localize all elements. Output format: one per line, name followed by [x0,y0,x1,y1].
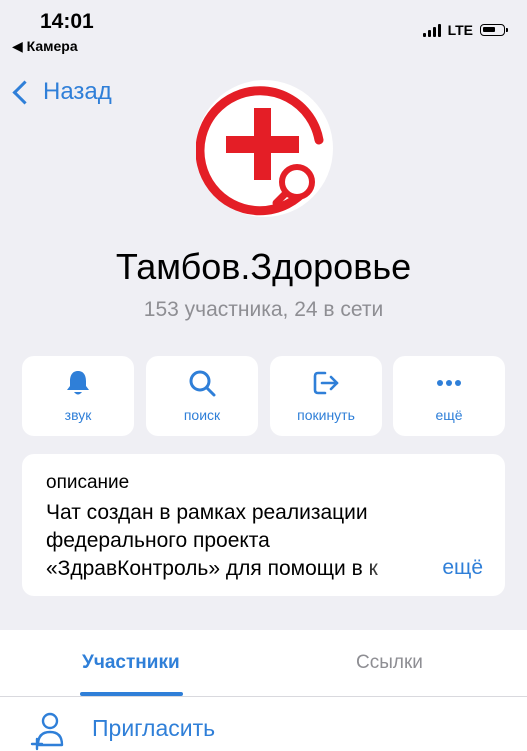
leave-button[interactable]: покинуть [270,356,382,436]
battery-icon [480,24,508,36]
sound-button[interactable]: звук [22,356,134,436]
tab-links[interactable]: Ссылки [356,652,423,674]
description-more-link[interactable]: ещё [438,556,483,580]
members-section: Участники Ссылки Пригласить [0,630,527,751]
invite-button-label: Пригласить [92,715,216,741]
sound-button-label: звук [64,407,92,423]
back-button-label: Назад [43,78,112,105]
status-indicators: LTE [422,22,508,38]
tabs-divider [0,696,527,697]
search-button[interactable]: поиск [146,356,258,436]
group-avatar[interactable] [196,80,333,217]
description-line: Чат создан в рамках реализации [46,501,368,524]
group-title: Тамбов.Здоровье [115,246,412,287]
more-button-label: ещё [435,407,463,423]
status-bar: 14:01 ◀ Камера LTE [0,0,527,60]
invite-button[interactable]: Пригласить [0,708,527,751]
back-button[interactable]: Назад [10,78,112,106]
add-user-icon [30,712,64,751]
description-card: описание Чат создан в рамках реализации … [22,454,505,596]
status-time: 14:01 [40,10,94,33]
more-button[interactable]: ещё [393,356,505,436]
signal-icon [422,23,441,37]
tab-members[interactable]: Участники [82,652,180,674]
search-icon [189,370,216,397]
more-icon [437,380,461,386]
chevron-left-icon [12,79,37,105]
description-line: федерального проекта [46,529,270,552]
leave-button-label: покинуть [297,407,355,423]
bell-icon [67,371,89,395]
back-to-app-link[interactable]: ◀ Камера [12,38,78,55]
leave-icon [313,371,339,395]
description-fade [359,556,429,584]
network-type: LTE [447,22,473,38]
action-buttons: звук поиск покинуть ещё [22,356,505,436]
description-title: описание [46,472,130,493]
red-cross-magnifier-logo [196,86,324,216]
group-member-count: 153 участника, 24 в сети [143,298,384,321]
search-button-label: поиск [183,407,221,423]
